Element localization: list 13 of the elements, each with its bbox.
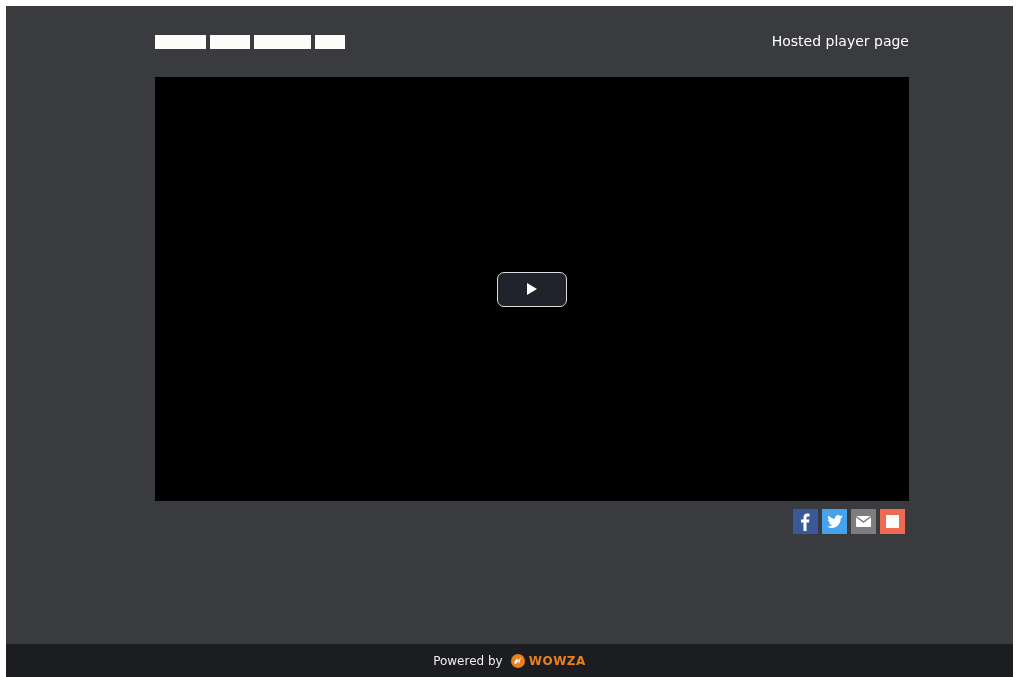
play-icon <box>526 282 538 296</box>
wowza-logo-icon <box>510 653 525 668</box>
wowza-logo[interactable]: WOWZA <box>510 651 586 670</box>
facebook-share-button[interactable] <box>793 509 818 534</box>
redacted-block <box>155 34 206 49</box>
redacted-block <box>254 34 311 49</box>
share-button[interactable] <box>880 509 905 534</box>
page-title: Hosted player page <box>771 32 909 51</box>
play-button[interactable] <box>497 271 567 307</box>
redacted-block <box>210 34 250 49</box>
powered-by-text: Powered by <box>433 652 503 670</box>
email-share-button[interactable] <box>851 509 876 534</box>
redacted-block <box>315 34 345 49</box>
